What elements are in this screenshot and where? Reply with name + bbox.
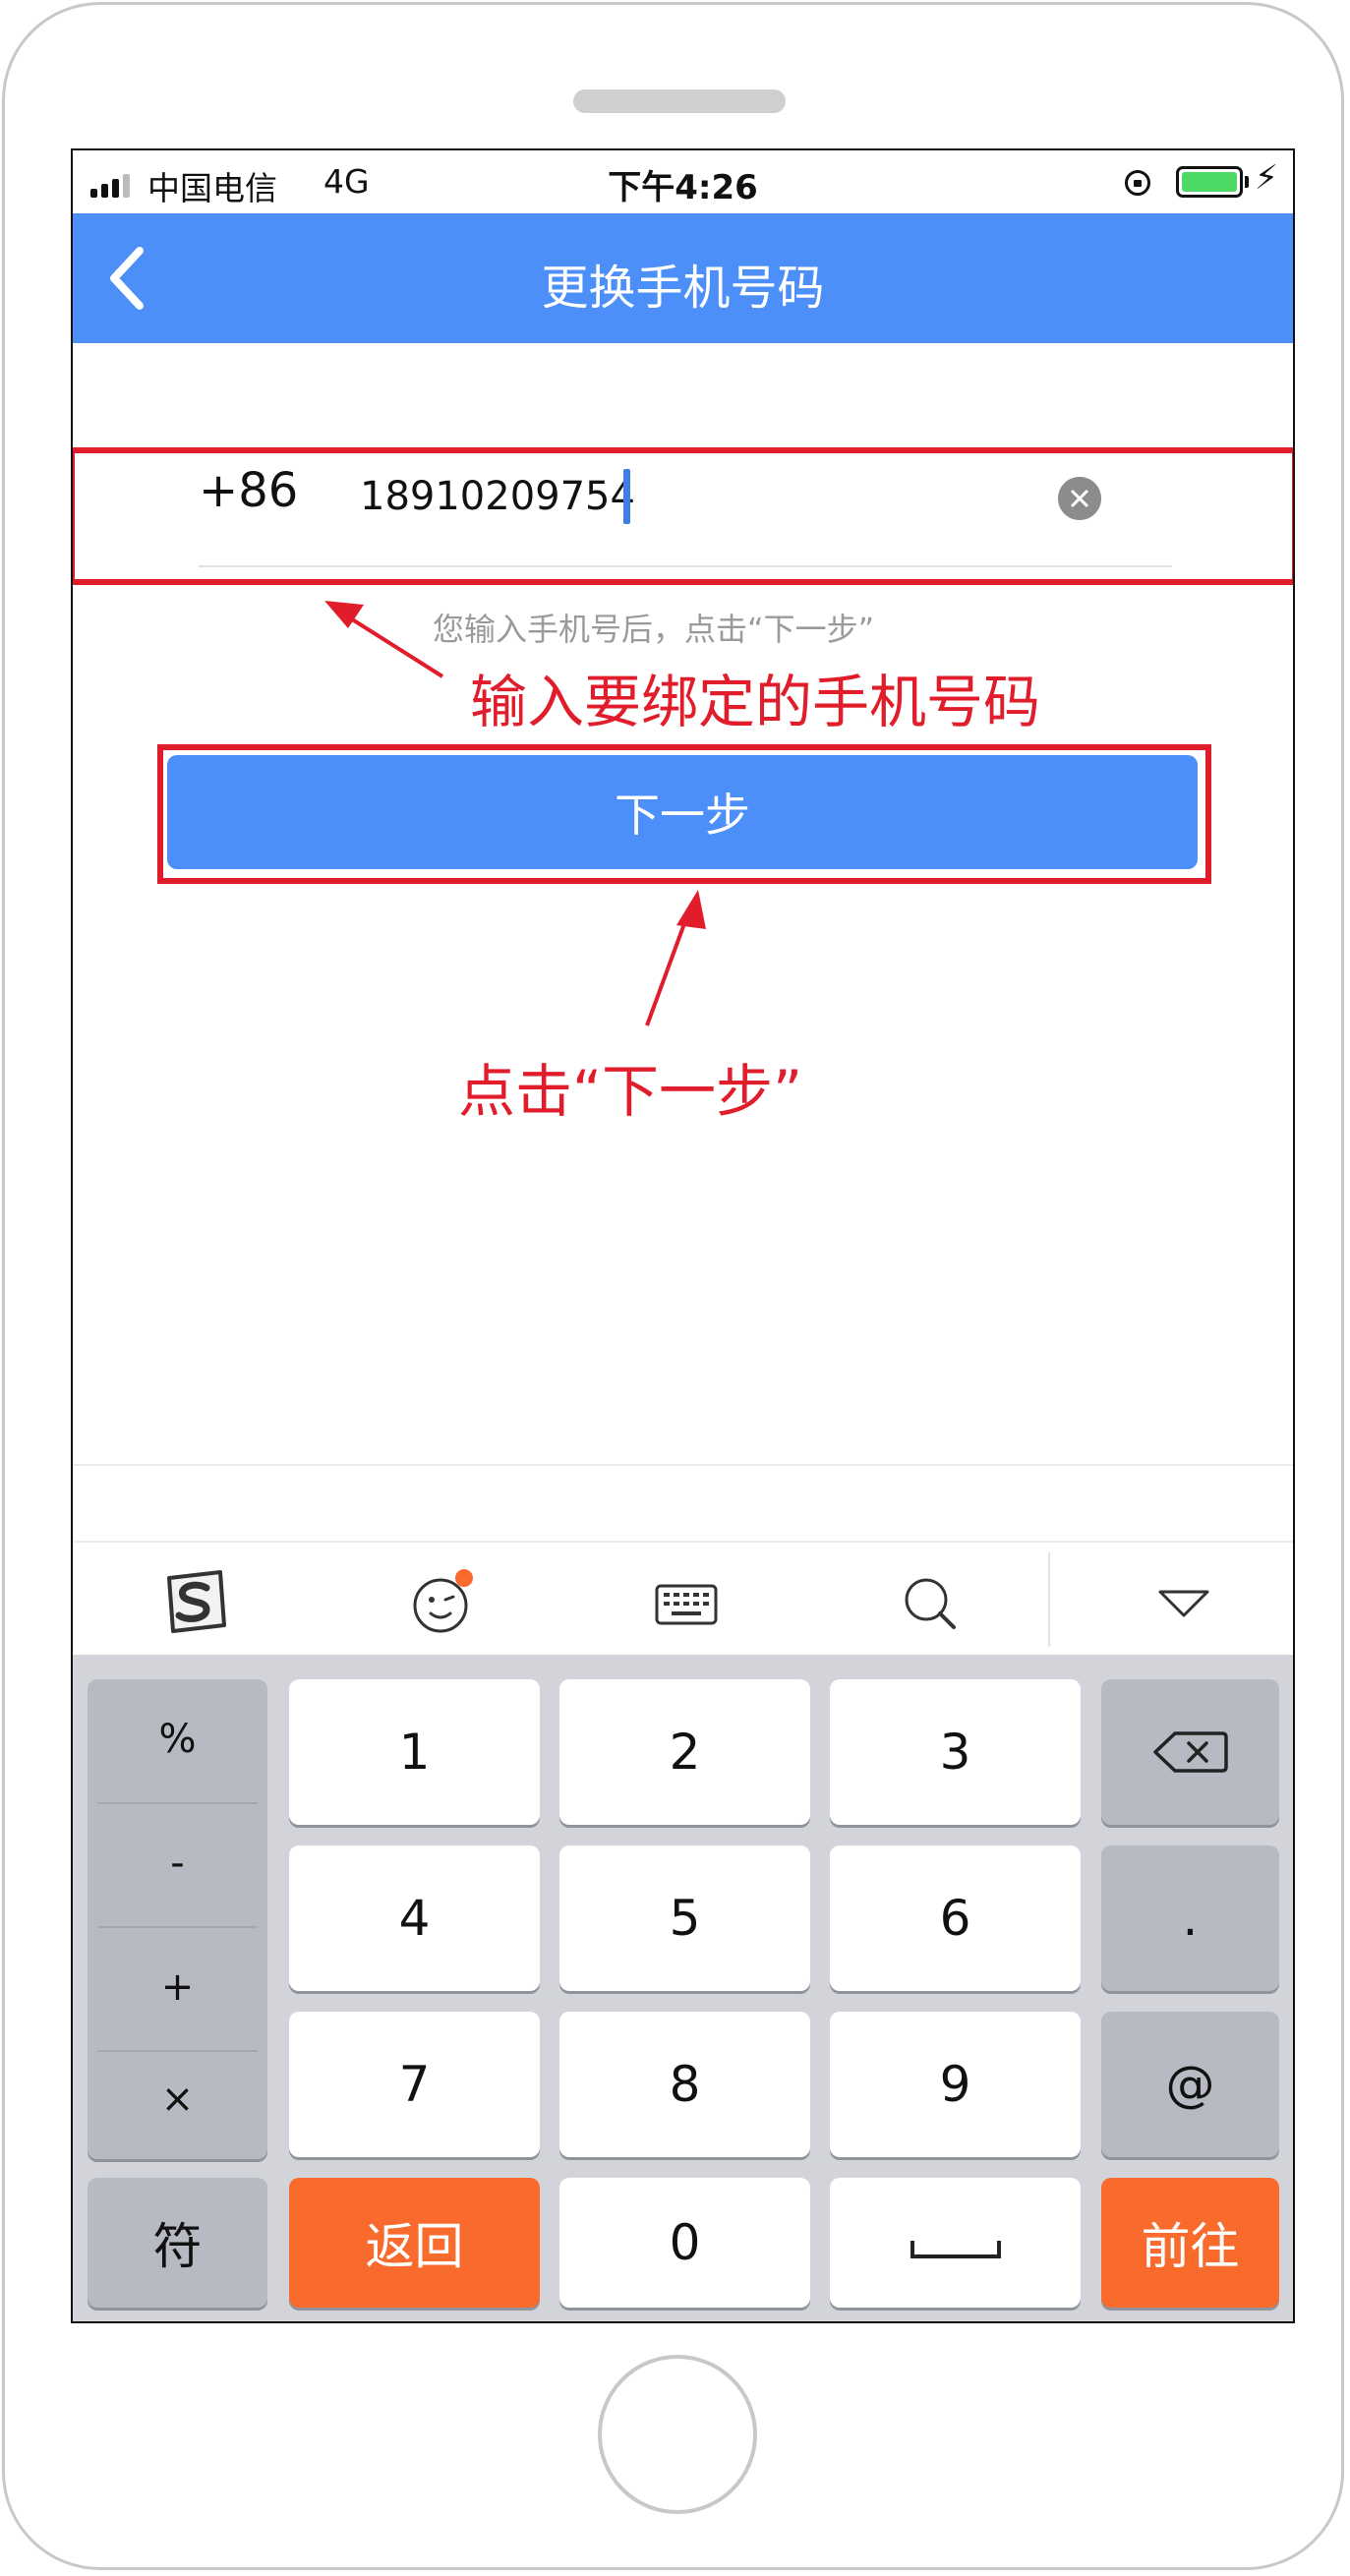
backspace-key[interactable] xyxy=(1101,1679,1279,1825)
key-6[interactable]: 6 xyxy=(830,1845,1081,1991)
key-8[interactable]: 8 xyxy=(559,2012,810,2157)
key-7[interactable]: 7 xyxy=(289,2012,540,2157)
numeric-keyboard: % - + × 1 2 3 4 5 6 . 7 8 9 @ 符 返回 0 前往 xyxy=(73,1655,1293,2321)
key-1[interactable]: 1 xyxy=(289,1679,540,1825)
back-key[interactable]: 返回 xyxy=(289,2178,540,2308)
phone-frame: 中国电信 4G 下午4:26 ⚡ 更换手机号码 +86 18910209754 … xyxy=(2,2,1344,2570)
sogou-logo-icon[interactable] xyxy=(157,1564,232,1639)
key-plus[interactable]: + xyxy=(88,1927,267,2047)
key-dot[interactable]: . xyxy=(1101,1845,1279,1991)
screen: 中国电信 4G 下午4:26 ⚡ 更换手机号码 +86 18910209754 … xyxy=(71,148,1295,2323)
key-5[interactable]: 5 xyxy=(559,1845,810,1991)
key-at[interactable]: @ xyxy=(1101,2012,1279,2157)
key-0[interactable]: 0 xyxy=(559,2178,810,2308)
backspace-icon xyxy=(1152,1731,1228,1773)
annotation-arrows xyxy=(324,601,706,1026)
symbols-key[interactable]: 符 xyxy=(88,2178,267,2308)
emoji-icon[interactable] xyxy=(405,1564,480,1639)
go-key[interactable]: 前往 xyxy=(1101,2178,1279,2308)
space-key[interactable] xyxy=(830,2178,1081,2308)
key-9[interactable]: 9 xyxy=(830,2012,1081,2157)
input-arrow xyxy=(336,609,444,678)
toolbar-divider xyxy=(1048,1552,1050,1647)
keyboard-toolbar xyxy=(73,1541,1293,1655)
key-minus[interactable]: - xyxy=(88,1803,267,1923)
button-arrow-head xyxy=(676,890,706,929)
space-icon xyxy=(910,2241,1001,2258)
key-2[interactable]: 2 xyxy=(559,1679,810,1825)
key-times[interactable]: × xyxy=(88,2039,267,2159)
key-3[interactable]: 3 xyxy=(830,1679,1081,1825)
search-icon[interactable] xyxy=(893,1564,968,1639)
symbol-column: % - + × xyxy=(88,1679,267,2159)
key-percent[interactable]: % xyxy=(88,1679,267,1799)
keyboard-icon[interactable] xyxy=(649,1564,724,1639)
phone-speaker xyxy=(573,89,786,113)
content-divider xyxy=(73,1464,1293,1466)
key-4[interactable]: 4 xyxy=(289,1845,540,1991)
input-annotation: 输入要绑定的手机号码 xyxy=(470,669,1041,735)
button-annotation: 点击“下一步” xyxy=(458,1058,803,1125)
home-button[interactable] xyxy=(598,2355,757,2514)
collapse-icon[interactable] xyxy=(1146,1564,1221,1639)
